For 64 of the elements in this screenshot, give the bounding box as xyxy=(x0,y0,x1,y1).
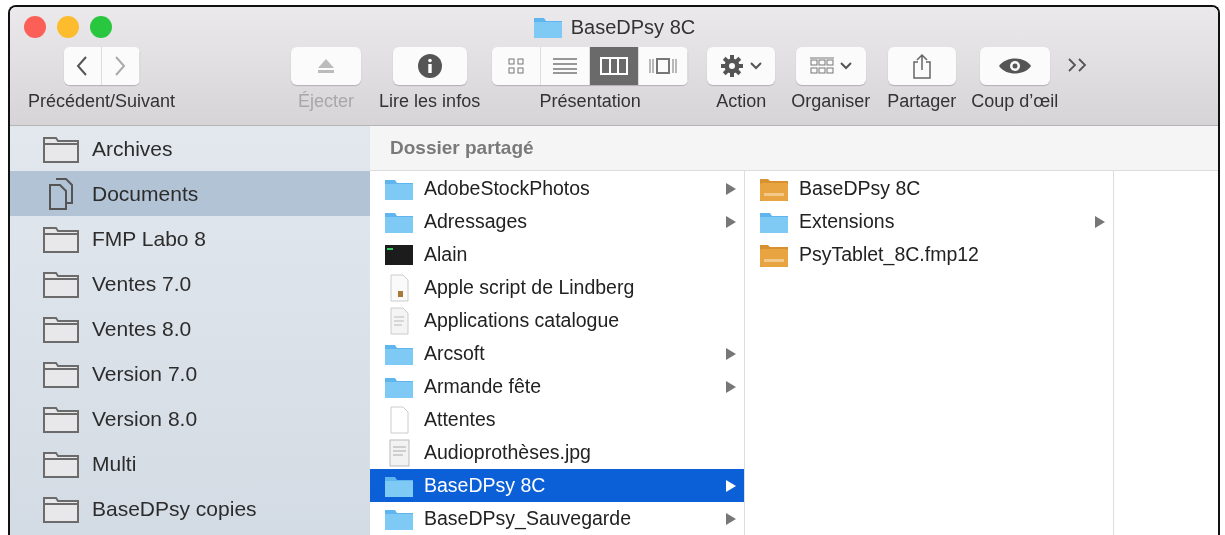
file-row[interactable]: Apple script de Lindberg xyxy=(370,271,744,304)
toolbar-label: Partager xyxy=(887,91,957,112)
column-view-icon xyxy=(600,57,629,75)
terminal-icon xyxy=(384,242,414,267)
chevron-down-icon xyxy=(839,62,852,70)
disclosure-arrow-icon[interactable] xyxy=(726,380,736,393)
file-row[interactable]: AdobeStockPhotos xyxy=(370,172,744,205)
file-row[interactable]: PsyTablet_8C.fmp12 xyxy=(745,238,1113,271)
toolbar-label: Lire les infos xyxy=(379,91,481,112)
toolbar-label: Coup d’œil xyxy=(971,91,1059,112)
list-view-icon xyxy=(553,58,578,74)
chevron-down-icon xyxy=(750,62,763,70)
gear-icon xyxy=(720,54,745,78)
info-icon xyxy=(417,54,442,78)
sidebar-item[interactable]: BaseDPsy copies xyxy=(10,486,370,531)
sidebar-item[interactable]: Ventes 7.0 xyxy=(10,261,370,306)
sidebar-item[interactable]: Multi xyxy=(10,441,370,486)
disclosure-arrow-icon[interactable] xyxy=(726,479,736,492)
share-button[interactable] xyxy=(887,47,956,85)
icon-view-icon xyxy=(508,58,525,74)
sidebar-item[interactable]: Archives xyxy=(10,126,370,171)
grid-icon xyxy=(809,57,834,75)
view-mode-button[interactable] xyxy=(590,47,640,85)
folder-name: Dossier partagé xyxy=(390,137,534,159)
toolbar-label: Organiser xyxy=(791,91,871,112)
disclosure-arrow-icon[interactable] xyxy=(1095,215,1105,228)
eject-icon xyxy=(317,59,336,73)
sidebar-item[interactable]: FMP Labo 8 xyxy=(10,216,370,261)
file-row[interactable]: BaseDPsy 8C xyxy=(745,172,1113,205)
disclosure-arrow-icon[interactable] xyxy=(726,182,736,195)
toolbar-label: Action xyxy=(716,91,767,112)
chevron-right-icon xyxy=(114,56,127,76)
window-title: BaseDPsy 8C xyxy=(570,15,696,39)
back-button[interactable] xyxy=(63,47,102,85)
view-mode-button[interactable] xyxy=(541,47,591,85)
eye-icon xyxy=(997,56,1032,76)
sidebar-item[interactable]: Version 7.0 xyxy=(10,351,370,396)
file-row[interactable]: Attentes xyxy=(370,403,744,436)
file-row[interactable]: Extensions xyxy=(745,205,1113,238)
file-row[interactable]: BaseDPsy_Sauvegarde xyxy=(370,502,744,535)
gallery-view-icon xyxy=(648,57,679,75)
file-row[interactable]: Arcsoft xyxy=(370,337,744,370)
file-row[interactable]: Audioprothèses.jpg xyxy=(370,436,744,469)
close-button[interactable] xyxy=(24,16,46,38)
quick-look-button[interactable] xyxy=(979,47,1050,85)
file-row[interactable]: Applications catalogue xyxy=(370,304,744,337)
disclosure-arrow-icon[interactable] xyxy=(726,347,736,360)
action-button[interactable] xyxy=(707,47,776,85)
info-button[interactable] xyxy=(392,47,467,85)
share-icon xyxy=(911,53,932,79)
chevron-left-icon xyxy=(76,56,89,76)
disclosure-arrow-icon[interactable] xyxy=(726,512,736,525)
toolbar-label: Présentation xyxy=(539,91,641,112)
folder-icon xyxy=(532,15,563,39)
sidebar-item[interactable]: Version 8.0 xyxy=(10,396,370,441)
sidebar-item[interactable]: Ventes 8.0 xyxy=(10,306,370,351)
file-row[interactable]: Adressages xyxy=(370,205,744,238)
disclosure-arrow-icon[interactable] xyxy=(726,215,736,228)
view-mode-button[interactable] xyxy=(639,47,689,85)
toolbar-label: Précédent/Suivant xyxy=(28,91,176,112)
file-row[interactable]: Alain xyxy=(370,238,744,271)
sidebar-item[interactable]: Documents xyxy=(10,171,370,216)
file-row[interactable]: BaseDPsy 8C xyxy=(370,469,744,502)
file-row[interactable]: Armande fête xyxy=(370,370,744,403)
